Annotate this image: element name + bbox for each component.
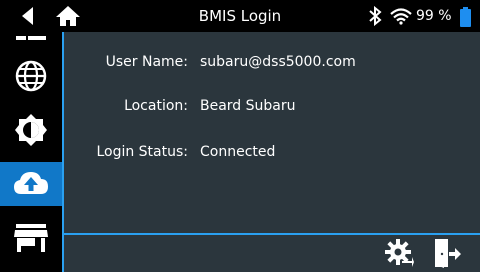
user-name-row: User Name: subaru@dss5000.com bbox=[0, 50, 480, 74]
gear-sync-icon bbox=[385, 239, 414, 267]
sidebar-item-partial[interactable] bbox=[0, 10, 62, 54]
location-label: Location: bbox=[124, 98, 188, 114]
location-row: Location: Beard Subaru bbox=[0, 94, 480, 118]
user-name-label: User Name: bbox=[105, 54, 188, 70]
sidebar-item-cloud-upload[interactable] bbox=[0, 162, 62, 206]
user-name-value: subaru@dss5000.com bbox=[200, 54, 356, 70]
settings-sync-button[interactable] bbox=[384, 238, 414, 268]
login-status-label: Login Status: bbox=[96, 144, 188, 160]
battery-percent: 99 % bbox=[416, 8, 452, 24]
login-status-value: Connected bbox=[200, 144, 276, 160]
partial-item-icon bbox=[16, 36, 46, 40]
exit-door-icon bbox=[435, 239, 461, 268]
footer-divider bbox=[64, 233, 480, 235]
cloud-upload-icon bbox=[14, 172, 48, 194]
store-icon bbox=[14, 224, 48, 252]
login-status-row: Login Status: Connected bbox=[0, 140, 480, 164]
wifi-icon bbox=[389, 7, 413, 25]
battery-icon bbox=[460, 7, 471, 27]
location-value: Beard Subaru bbox=[200, 98, 296, 114]
sidebar-item-store[interactable] bbox=[0, 216, 62, 260]
top-bar: BMIS Login 99 % bbox=[0, 0, 480, 32]
logout-button[interactable] bbox=[432, 238, 462, 268]
bluetooth-icon bbox=[368, 5, 382, 27]
